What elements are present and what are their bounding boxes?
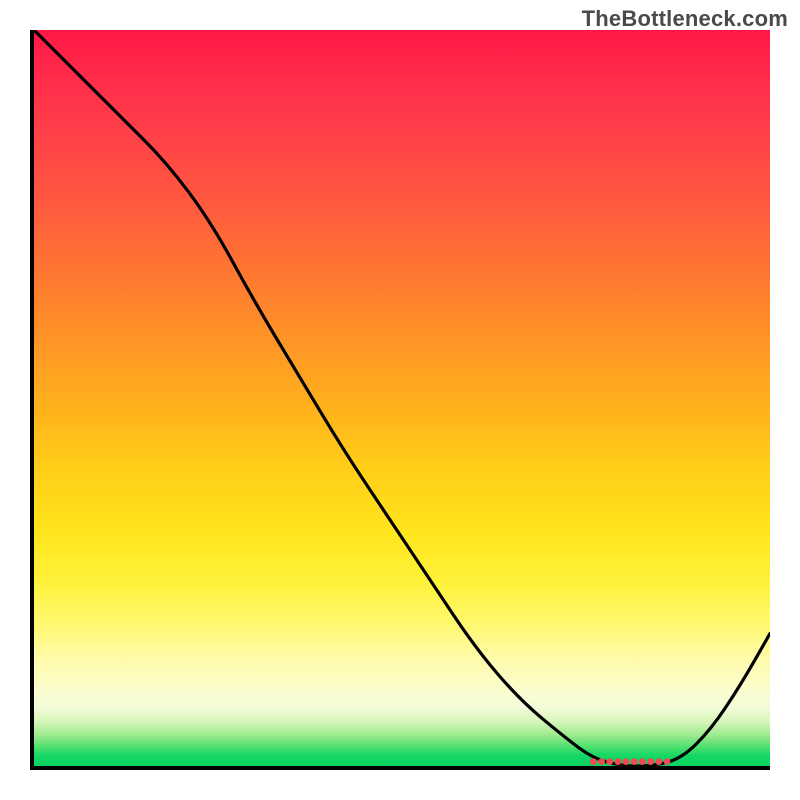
curve-svg — [34, 30, 770, 766]
sweet-spot-marker — [590, 758, 670, 765]
watermark-text: TheBottleneck.com — [582, 6, 788, 32]
bottleneck-curve — [34, 30, 770, 766]
chart-stage: TheBottleneck.com — [0, 0, 800, 800]
plot-area — [30, 30, 770, 770]
